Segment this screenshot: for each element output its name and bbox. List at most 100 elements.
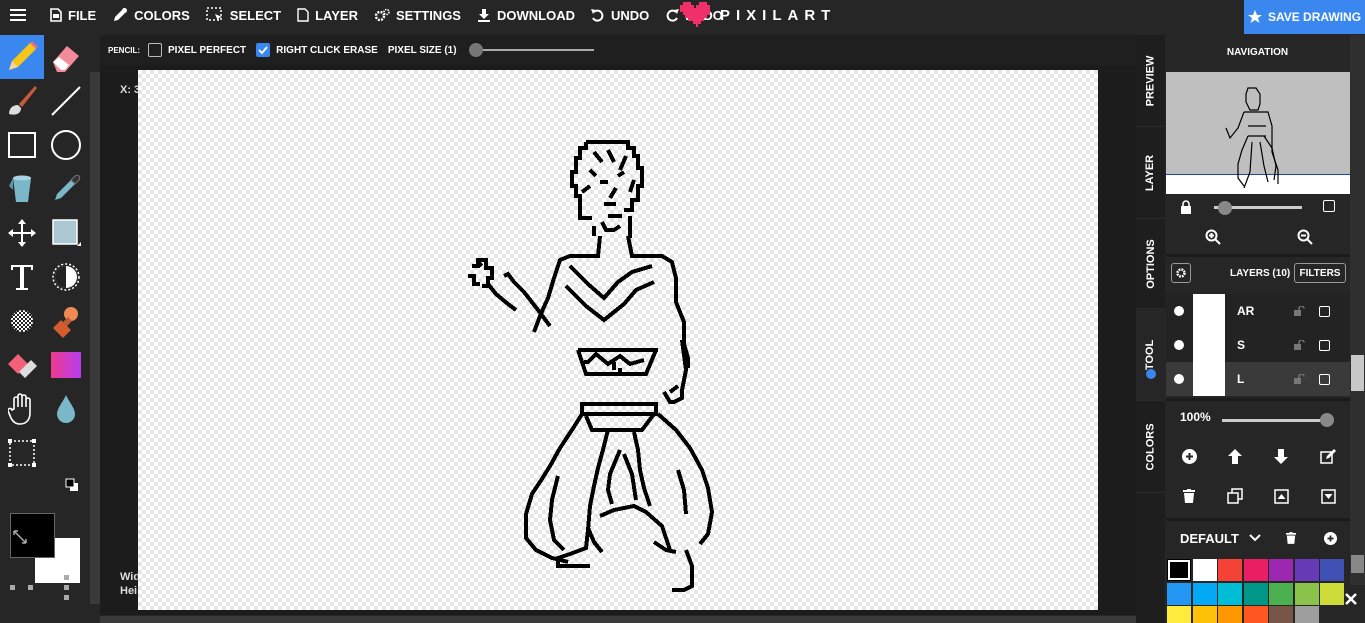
palette-swatch[interactable] — [1192, 582, 1217, 605]
merge-up-button[interactable] — [1271, 486, 1291, 506]
drawing-canvas[interactable] — [138, 70, 1098, 610]
palette-swatch[interactable] — [1294, 582, 1319, 605]
move-layer-up-button[interactable] — [1225, 446, 1245, 466]
layer-visibility-dot[interactable] — [1174, 374, 1184, 384]
layer-opacity-knob[interactable] — [1320, 413, 1334, 427]
palette-swatch[interactable] — [1192, 606, 1217, 623]
palette-swatch[interactable] — [1269, 582, 1293, 605]
palette-swatch[interactable] — [1218, 559, 1242, 581]
unlock-icon[interactable] — [1293, 340, 1305, 350]
menu-layer[interactable]: LAYER — [289, 0, 366, 30]
hand-tool[interactable] — [0, 387, 44, 431]
rename-layer-button[interactable] — [1318, 446, 1338, 466]
palette-swatch[interactable] — [1320, 582, 1344, 605]
navigation-preview[interactable] — [1166, 72, 1351, 194]
tab-preview[interactable]: PREVIEW — [1136, 35, 1165, 127]
unlock-icon[interactable] — [1293, 374, 1305, 384]
delete-palette-button[interactable] — [1283, 530, 1299, 546]
layer-opacity-slider[interactable] — [1222, 419, 1328, 422]
pixel-perfect-checkbox[interactable] — [148, 43, 162, 57]
pixilart-logo[interactable]: PIXILART — [680, 0, 836, 30]
tool-panel-scrollbar[interactable] — [90, 72, 100, 604]
move-layer-down-button[interactable] — [1271, 446, 1291, 466]
line-tool[interactable] — [44, 79, 88, 123]
eraser-tool[interactable] — [44, 35, 88, 79]
menu-select[interactable]: SELECT — [198, 0, 289, 30]
menu-undo[interactable]: UNDO — [583, 0, 657, 30]
palette-swatch[interactable] — [1167, 582, 1191, 605]
gradient-tool[interactable] — [44, 343, 88, 387]
selection-tool[interactable] — [44, 211, 88, 255]
palette-swatch[interactable] — [1243, 559, 1268, 581]
add-layer-button[interactable] — [1179, 446, 1199, 466]
pixel-size-knob[interactable] — [468, 43, 483, 57]
text-tool[interactable] — [0, 255, 44, 299]
zoom-out-button[interactable] — [1295, 227, 1315, 247]
duplicate-layer-button[interactable] — [1225, 486, 1245, 506]
stamp-tool[interactable] — [44, 299, 88, 343]
fill-bucket-tool[interactable] — [0, 167, 44, 211]
tab-options[interactable]: OPTIONS — [1136, 219, 1165, 309]
ellipse-tool[interactable] — [44, 123, 88, 167]
zoom-in-button[interactable] — [1203, 227, 1223, 247]
reset-colors-button[interactable] — [12, 529, 28, 545]
tab-colors[interactable]: COLORS — [1136, 401, 1165, 493]
layer-select-checkbox[interactable] — [1319, 339, 1330, 351]
layer-select-checkbox[interactable] — [1319, 373, 1330, 385]
palette-swatch[interactable] — [1294, 606, 1319, 623]
preview-zoom-knob[interactable] — [1218, 201, 1232, 215]
layer-select-checkbox[interactable] — [1319, 305, 1330, 317]
color-replace-tool[interactable] — [0, 343, 44, 387]
right-click-erase-option[interactable]: RIGHT CLICK ERASE — [256, 43, 378, 57]
palette-swatch[interactable] — [1167, 606, 1191, 623]
palette-swatch[interactable] — [1167, 559, 1191, 581]
swap-colors-button[interactable] — [64, 477, 80, 493]
palette-swatch[interactable] — [1320, 559, 1344, 581]
crop-tool[interactable] — [0, 431, 44, 475]
layer-visibility-dot[interactable] — [1174, 340, 1184, 350]
layer-visibility-dot[interactable] — [1174, 306, 1184, 316]
tab-tool[interactable]: TOOL — [1136, 309, 1165, 401]
palette-swatch[interactable] — [1294, 559, 1319, 581]
layer-row-selected[interactable]: L — [1166, 362, 1350, 396]
pencil-tool[interactable] — [0, 35, 44, 79]
move-tool[interactable] — [0, 211, 44, 255]
palette-swatch[interactable] — [1218, 606, 1242, 623]
layer-row[interactable]: AR — [1166, 294, 1350, 328]
canvas-horizontal-scrollbar[interactable] — [100, 616, 1136, 623]
lock-preview-button[interactable] — [1178, 198, 1194, 216]
filters-button[interactable]: FILTERS — [1294, 263, 1346, 283]
palette-swatch[interactable] — [1243, 582, 1268, 605]
save-drawing-button[interactable]: SAVE DRAWING — [1244, 0, 1365, 34]
tab-layer[interactable]: LAYER — [1136, 127, 1165, 219]
scrollbar-thumb-secondary[interactable] — [1351, 555, 1364, 573]
scrollbar-thumb[interactable] — [1351, 355, 1364, 391]
right-panel-scrollbar[interactable] — [1350, 35, 1365, 585]
merge-down-button[interactable] — [1318, 486, 1338, 506]
palette-swatch[interactable] — [1218, 582, 1242, 605]
brush-tool[interactable] — [0, 79, 44, 123]
palette-swatch[interactable] — [1192, 559, 1217, 581]
pattern-tool[interactable] — [0, 299, 44, 343]
rectangle-tool[interactable] — [0, 123, 44, 167]
right-click-erase-checkbox[interactable] — [256, 43, 271, 57]
pixel-size-slider[interactable] — [468, 43, 594, 57]
blur-tool[interactable] — [44, 387, 88, 431]
add-palette-button[interactable] — [1322, 530, 1338, 546]
pixel-perfect-option[interactable]: PIXEL PERFECT — [148, 43, 246, 57]
preview-toggle-checkbox[interactable] — [1323, 200, 1335, 212]
hamburger-menu-button[interactable] — [0, 0, 42, 30]
layer-settings-button[interactable] — [1171, 263, 1191, 283]
palette-swatch[interactable] — [1269, 559, 1293, 581]
menu-download[interactable]: DOWNLOAD — [469, 0, 583, 30]
menu-file[interactable]: FILE — [42, 0, 104, 30]
menu-colors[interactable]: COLORS — [104, 0, 198, 30]
unlock-icon[interactable] — [1293, 306, 1305, 316]
color-picker-tool[interactable] — [44, 167, 88, 211]
dither-tool[interactable] — [44, 255, 88, 299]
extra-tools-dots[interactable] — [8, 573, 78, 607]
palette-swatch[interactable] — [1243, 606, 1268, 623]
layer-row[interactable]: S — [1166, 328, 1350, 362]
menu-settings[interactable]: SETTINGS — [366, 0, 469, 30]
palette-swatch[interactable] — [1269, 606, 1293, 623]
